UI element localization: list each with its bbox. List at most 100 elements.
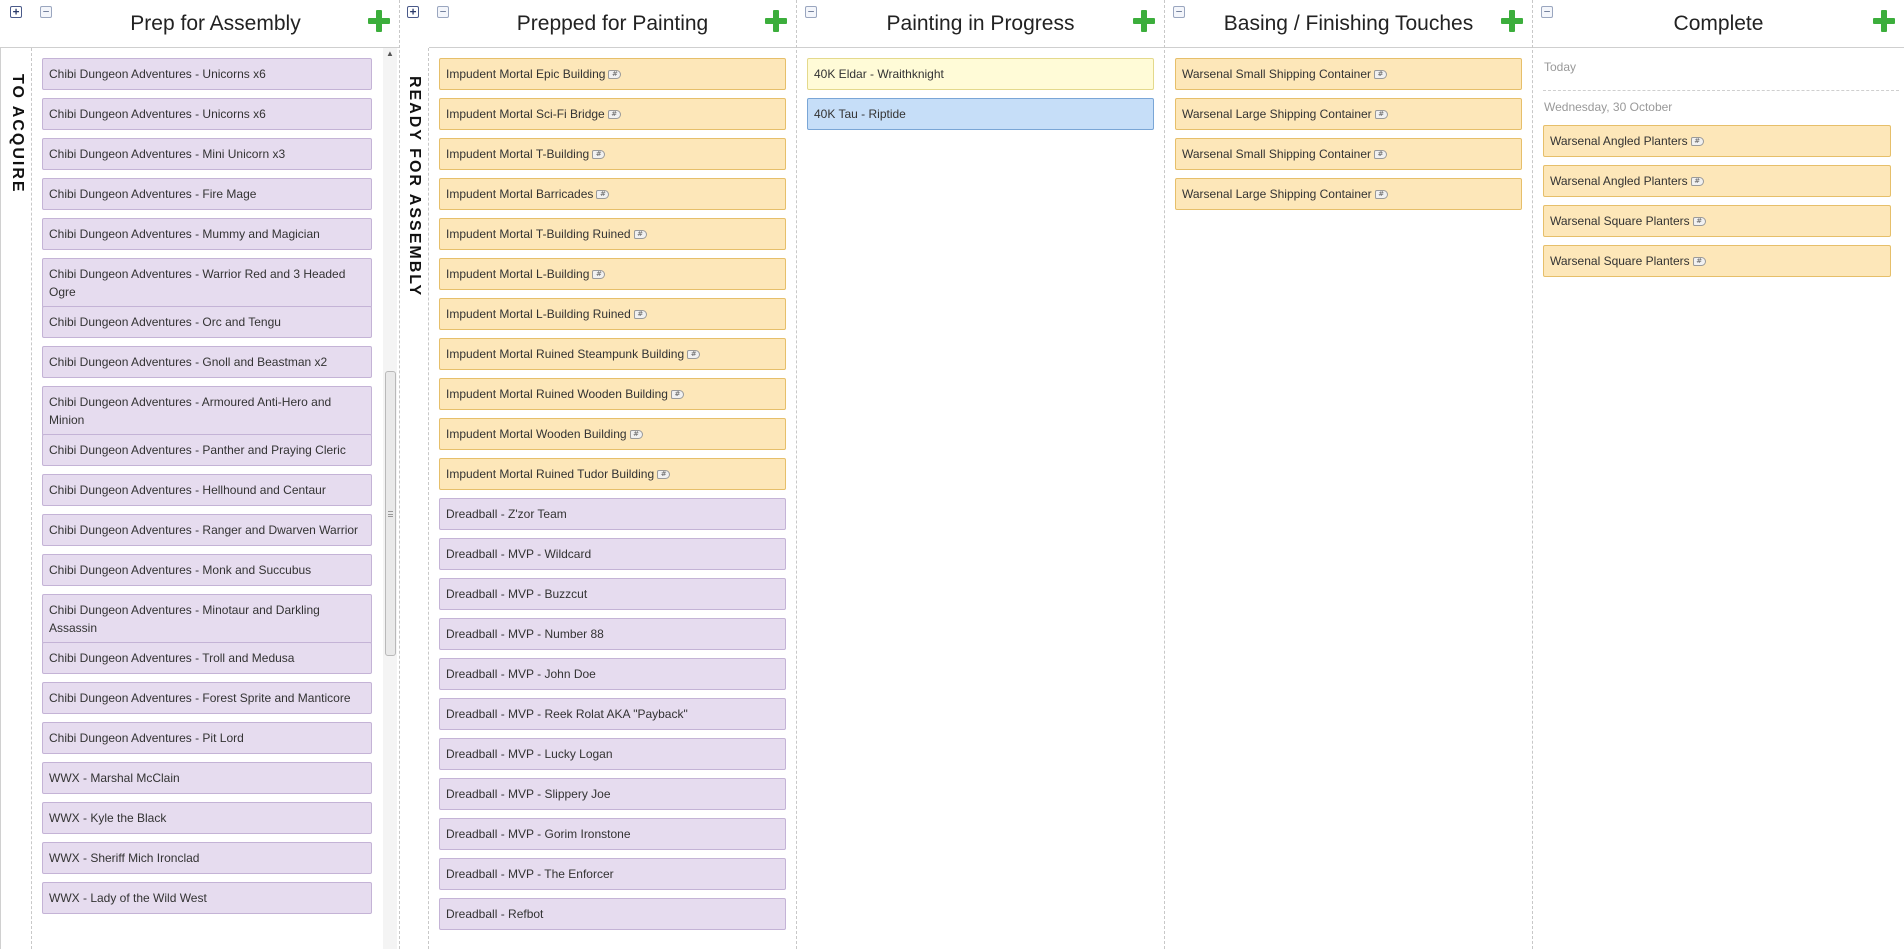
card[interactable]: Dreadball - MVP - Gorim Ironstone [439,818,786,850]
card[interactable]: Dreadball - MVP - Buzzcut [439,578,786,610]
card[interactable]: Impudent Mortal Ruined Wooden Building # [439,378,786,410]
card[interactable]: Warsenal Small Shipping Container # [1175,58,1522,90]
card[interactable]: Dreadball - Refbot [439,898,786,930]
card-title: Impudent Mortal Ruined Wooden Building [446,387,668,401]
tag-icon[interactable]: # [1373,70,1387,80]
card-title: Chibi Dungeon Adventures - Troll and Med… [49,651,295,665]
card[interactable]: Chibi Dungeon Adventures - Warrior Red a… [42,258,372,308]
tag-icon[interactable]: # [1690,177,1704,187]
tag-icon[interactable]: # [687,350,701,360]
tag-icon[interactable]: # [607,110,621,120]
card[interactable]: Chibi Dungeon Adventures - Ranger and Dw… [42,514,372,546]
card[interactable]: Warsenal Angled Planters # [1543,125,1891,157]
card[interactable]: Chibi Dungeon Adventures - Fire Mage [42,178,372,210]
card-title: Dreadball - Refbot [446,907,544,921]
lane-title-basing: Basing / Finishing Touches [1223,12,1474,35]
card[interactable]: 40K Tau - Riptide [807,98,1154,130]
add-card-icon[interactable] [368,10,390,32]
tag-icon[interactable]: # [629,430,643,440]
tag-icon[interactable]: # [592,270,606,280]
card[interactable]: 40K Eldar - Wraithknight [807,58,1154,90]
tag-icon[interactable]: # [1374,110,1388,120]
lane-ready-for-assembly-collapsed[interactable]: READY FOR ASSEMBLY [400,48,429,949]
card[interactable]: Dreadball - MVP - John Doe [439,658,786,690]
card[interactable]: Chibi Dungeon Adventures - Gnoll and Bea… [42,346,372,378]
tag-icon[interactable]: # [592,150,606,160]
card-title: Chibi Dungeon Adventures - Minotaur and … [49,603,320,635]
card[interactable]: Chibi Dungeon Adventures - Minotaur and … [42,594,372,644]
card[interactable]: WWX - Kyle the Black [42,802,372,834]
lane-scrollbar[interactable]: ▲ [383,48,397,949]
card[interactable]: Dreadball - MVP - Wildcard [439,538,786,570]
tag-icon[interactable]: # [1373,150,1387,160]
card-title: Impudent Mortal T-Building Ruined [446,227,631,241]
scroll-up-arrow-icon[interactable]: ▲ [383,48,397,60]
card-title: Impudent Mortal L-Building Ruined [446,307,631,321]
card[interactable]: Chibi Dungeon Adventures - Pit Lord [42,722,372,754]
card[interactable]: Chibi Dungeon Adventures - Panther and P… [42,434,372,466]
card[interactable]: Impudent Mortal L-Building Ruined # [439,298,786,330]
card[interactable]: Dreadball - MVP - Slippery Joe [439,778,786,810]
add-card-icon[interactable] [1133,10,1155,32]
card[interactable]: Chibi Dungeon Adventures - Troll and Med… [42,642,372,674]
expand-lane-button[interactable]: + [10,6,22,18]
card[interactable]: Dreadball - Z'zor Team [439,498,786,530]
tag-icon[interactable]: # [1690,137,1704,147]
card[interactable]: Chibi Dungeon Adventures - Armoured Anti… [42,386,372,436]
scrollbar-thumb[interactable] [385,371,396,656]
tag-icon[interactable]: # [1692,257,1706,267]
card[interactable]: Warsenal Square Planters # [1543,245,1891,277]
tag-icon[interactable]: # [657,470,671,480]
card[interactable]: Warsenal Large Shipping Container # [1175,98,1522,130]
card[interactable]: Dreadball - MVP - Number 88 [439,618,786,650]
card[interactable]: Warsenal Large Shipping Container # [1175,178,1522,210]
card-title: Dreadball - Z'zor Team [446,507,567,521]
tag-icon[interactable]: # [633,310,647,320]
card[interactable]: Chibi Dungeon Adventures - Monk and Succ… [42,554,372,586]
card[interactable]: Impudent Mortal Ruined Steampunk Buildin… [439,338,786,370]
card[interactable]: Chibi Dungeon Adventures - Orc and Tengu [42,306,372,338]
lane-title-painting: Painting in Progress [886,12,1075,35]
tag-icon[interactable]: # [1692,217,1706,227]
card[interactable]: Impudent Mortal L-Building # [439,258,786,290]
card-title: Warsenal Angled Planters [1550,174,1688,188]
card[interactable]: Impudent Mortal Sci-Fi Bridge # [439,98,786,130]
tag-icon[interactable]: # [596,190,610,200]
tag-icon[interactable]: # [1374,190,1388,200]
card-title: 40K Eldar - Wraithknight [814,67,944,81]
card[interactable]: Impudent Mortal Epic Building # [439,58,786,90]
card[interactable]: Chibi Dungeon Adventures - Unicorns x6 [42,58,372,90]
card[interactable]: Dreadball - MVP - Lucky Logan [439,738,786,770]
date-group-today: Today [1544,60,1577,74]
card[interactable]: Chibi Dungeon Adventures - Hellhound and… [42,474,372,506]
card[interactable]: Warsenal Angled Planters # [1543,165,1891,197]
add-card-icon[interactable] [765,10,787,32]
card[interactable]: Impudent Mortal Ruined Tudor Building # [439,458,786,490]
tag-icon[interactable]: # [670,390,684,400]
card[interactable]: Chibi Dungeon Adventures - Unicorns x6 [42,98,372,130]
card[interactable]: Chibi Dungeon Adventures - Forest Sprite… [42,682,372,714]
card[interactable]: WWX - Marshal McClain [42,762,372,794]
card[interactable]: Impudent Mortal Wooden Building # [439,418,786,450]
card[interactable]: Impudent Mortal T-Building Ruined # [439,218,786,250]
lane-title-complete: Complete [1673,12,1764,35]
card-title: Chibi Dungeon Adventures - Unicorns x6 [49,67,266,81]
card[interactable]: WWX - Lady of the Wild West [42,882,372,914]
add-card-icon[interactable] [1873,10,1895,32]
card[interactable]: WWX - Sheriff Mich Ironclad [42,842,372,874]
card[interactable]: Dreadball - MVP - The Enforcer [439,858,786,890]
tag-icon[interactable]: # [633,230,647,240]
tag-icon[interactable]: # [608,70,622,80]
lane-header-prepped: − Prepped for Painting [429,0,796,48]
card[interactable]: Dreadball - MVP - Reek Rolat AKA "Paybac… [439,698,786,730]
card[interactable]: Chibi Dungeon Adventures - Mummy and Mag… [42,218,372,250]
card[interactable]: Chibi Dungeon Adventures - Mini Unicorn … [42,138,372,170]
add-card-icon[interactable] [1501,10,1523,32]
card[interactable]: Impudent Mortal Barricades # [439,178,786,210]
card[interactable]: Impudent Mortal T-Building # [439,138,786,170]
card-title: Dreadball - MVP - Reek Rolat AKA "Paybac… [446,707,688,721]
card-title: Impudent Mortal Barricades [446,187,594,201]
card[interactable]: Warsenal Small Shipping Container # [1175,138,1522,170]
expand-lane-button[interactable]: + [407,6,419,18]
card[interactable]: Warsenal Square Planters # [1543,205,1891,237]
